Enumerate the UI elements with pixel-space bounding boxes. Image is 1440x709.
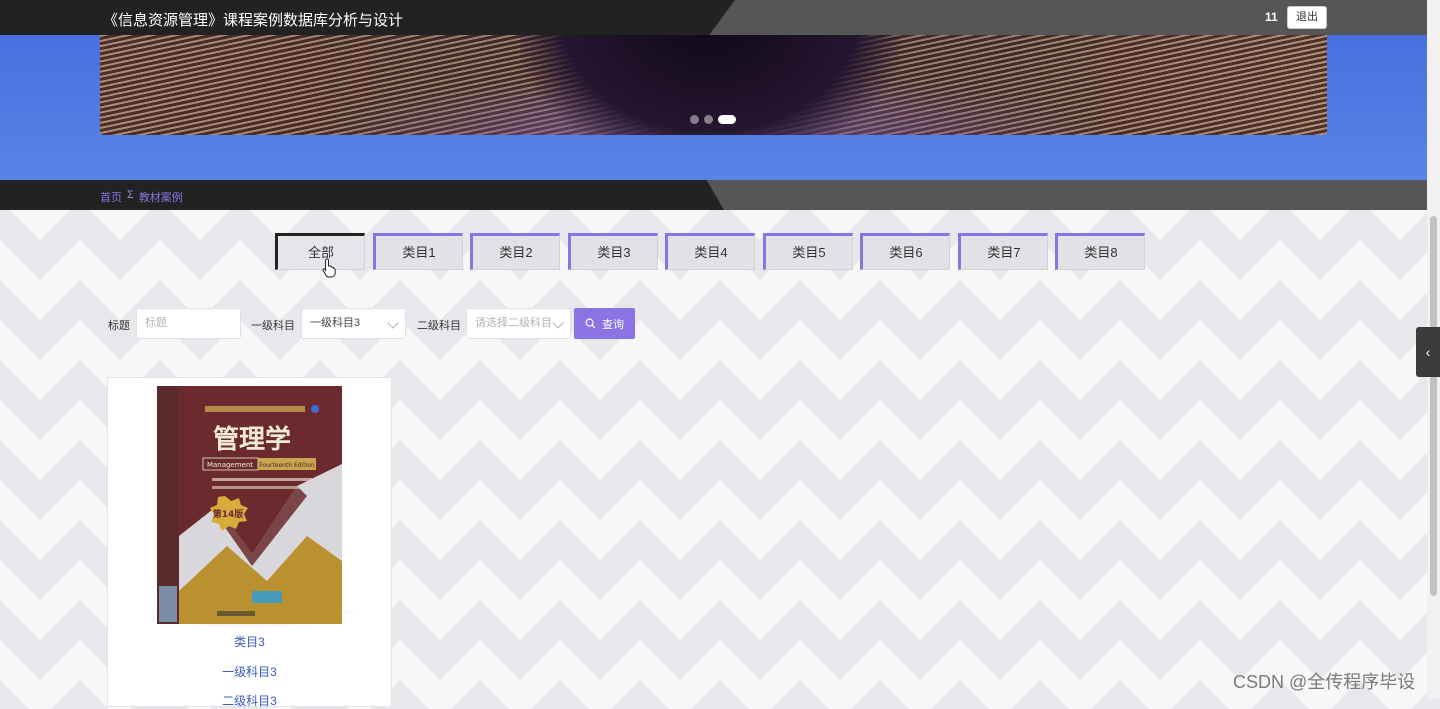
sidebar-toggle-button[interactable]: ‹ — [1416, 327, 1440, 377]
breadcrumb-home-link[interactable]: 首页 — [100, 189, 122, 205]
chevron-left-icon: ‹ — [1425, 344, 1431, 360]
edition-badge: 第14版 — [213, 508, 244, 520]
level1-subject-select[interactable]: 一级科目3 — [301, 308, 406, 339]
tab-category-1[interactable]: 类目1 — [373, 233, 463, 270]
tab-all[interactable]: 全部 — [275, 233, 365, 270]
site-title: 《信息资源管理》课程案例数据库分析与设计 — [103, 12, 404, 29]
card-level2-link[interactable]: 二级科目3 — [107, 692, 392, 709]
hand-cursor-icon — [322, 258, 336, 278]
username-label: 11 — [1265, 10, 1278, 24]
book-edition: Fourteenth Edition — [259, 462, 315, 469]
breadcrumb-separator-icon: Σ — [127, 189, 134, 201]
book-subtitle: Management — [207, 461, 253, 469]
tab-category-7[interactable]: 类目7 — [958, 233, 1048, 270]
scrollbar-thumb[interactable] — [1430, 216, 1437, 596]
carousel-dot-active[interactable] — [718, 115, 736, 124]
query-button-label: 查询 — [602, 318, 624, 331]
chevron-down-icon — [552, 317, 564, 329]
tab-category-2[interactable]: 类目2 — [470, 233, 560, 270]
level1-subject-label: 一级科目 — [251, 320, 295, 332]
book-title: 管理学 — [213, 424, 291, 455]
breadcrumb-current[interactable]: 教材案例 — [139, 189, 183, 205]
tab-category-3[interactable]: 类目3 — [568, 233, 658, 270]
level2-subject-label: 二级科目 — [417, 320, 461, 332]
book-cover-image[interactable]: 管理学 Management Fourteenth Edition 第14版 — [157, 386, 342, 624]
tab-category-6[interactable]: 类目6 — [860, 233, 950, 270]
level2-subject-select[interactable]: 请选择二级科目 — [466, 308, 571, 339]
carousel-indicators — [690, 115, 736, 124]
breadcrumb-bar — [0, 180, 1427, 210]
logout-button[interactable]: 退出 — [1287, 6, 1327, 29]
title-search-input[interactable]: 标题 — [136, 308, 241, 339]
title-filter-label: 标题 — [108, 320, 130, 332]
card-level1-link[interactable]: 一级科目3 — [107, 663, 392, 680]
tab-category-4[interactable]: 类目4 — [665, 233, 755, 270]
tab-category-8[interactable]: 类目8 — [1055, 233, 1145, 270]
breadcrumb: 首页 Σ 教材案例 — [100, 189, 183, 205]
tab-category-5[interactable]: 类目5 — [763, 233, 853, 270]
query-button[interactable]: 查询 — [574, 308, 635, 339]
chevron-down-icon — [387, 317, 399, 329]
card-category-link[interactable]: 类目3 — [107, 633, 392, 650]
search-icon — [585, 318, 596, 329]
level2-subject-placeholder: 请选择二级科目 — [475, 317, 552, 329]
carousel-dot[interactable] — [690, 115, 699, 124]
watermark-text: CSDN @全传程序毕设 — [1233, 672, 1416, 692]
level1-subject-value: 一级科目3 — [310, 317, 361, 329]
carousel-dot[interactable] — [704, 115, 713, 124]
